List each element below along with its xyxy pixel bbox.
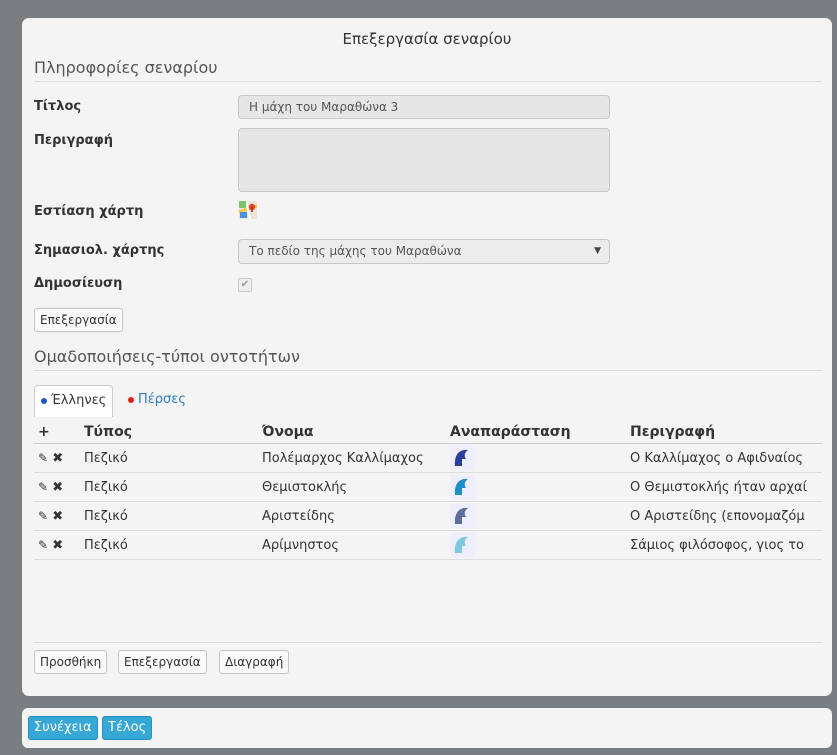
spartan-helmet-icon (450, 504, 474, 528)
cell-representation (446, 530, 626, 560)
finish-button[interactable]: Τέλος (102, 716, 153, 740)
pencil-icon[interactable]: ✎ (38, 509, 48, 523)
table-row[interactable]: ✎ ✖ Πεζικό Θεμιστοκλής Ο Θεμιστοκλής ήτα… (34, 472, 822, 502)
google-maps-icon[interactable] (238, 200, 258, 220)
dialog-title: Επεξεργασία σεναρίου (342, 30, 512, 48)
col-description: Περιγραφή (626, 421, 822, 444)
cell-name: Θεμιστοκλής (258, 472, 446, 502)
cell-representation (446, 472, 626, 502)
title-input[interactable]: Η μάχη του Μαραθώνα 3 (238, 95, 610, 119)
pencil-icon[interactable]: ✎ (38, 538, 48, 552)
tab-greeks[interactable]: Έλληνες (34, 385, 114, 417)
chevron-down-icon: ▼ (594, 246, 601, 256)
cell-type: Πεζικό (80, 443, 258, 473)
entities-table: + Τύπος Όνομα Αναπαράσταση Περιγραφή ✎ ✖… (34, 421, 822, 560)
map-marker-select[interactable]: Το πεδίο της μάχης του Μαραθώνα ▼ (238, 239, 610, 264)
table-row[interactable]: ✎ ✖ Πεζικό Πολέμαρχος Καλλίμαχος Ο Καλλί… (34, 443, 822, 473)
table-row[interactable]: ✎ ✖ Πεζικό Αριστείδης Ο Αριστείδης (επον… (34, 501, 822, 531)
cell-description: Ο Καλλίμαχος ο Αφιδναίος (626, 443, 822, 473)
tab-persians-label: Πέρσες (138, 392, 186, 407)
cell-type: Πεζικό (80, 530, 258, 560)
info-section-heading: Πληροφορίες σεναρίου (34, 58, 822, 82)
info-edit-button[interactable]: Επεξεργασία (34, 308, 123, 332)
cell-type: Πεζικό (80, 501, 258, 531)
delete-icon[interactable]: ✖ (52, 509, 63, 524)
publish-label: Δημοσίευση (34, 276, 123, 291)
spartan-helmet-icon (450, 475, 474, 499)
add-row-icon[interactable]: + (34, 421, 80, 444)
delete-icon[interactable]: ✖ (52, 538, 63, 553)
map-marker-select-value: Το πεδίο της μάχης του Μαραθώνα (249, 244, 462, 258)
scenario-edit-panel: Επεξεργασία σεναρίου Πληροφορίες σεναρίο… (22, 18, 832, 696)
row-actions: ✎ ✖ (34, 443, 80, 473)
col-type: Τύπος (80, 421, 258, 444)
red-dot-icon (128, 396, 134, 403)
col-representation: Αναπαράσταση (446, 421, 626, 444)
delete-button[interactable]: Διαγραφή (219, 650, 290, 674)
cell-name: Πολέμαρχος Καλλίμαχος (258, 443, 446, 473)
spartan-helmet-icon (450, 446, 474, 470)
cell-type: Πεζικό (80, 472, 258, 502)
cell-name: Αρίμνηστος (258, 530, 446, 560)
row-actions: ✎ ✖ (34, 472, 80, 502)
tab-greeks-label: Έλληνες (51, 393, 107, 408)
row-actions: ✎ ✖ (34, 530, 80, 560)
map-marker-label: Σημασιολ. χάρτης (34, 243, 165, 258)
edit-button[interactable]: Επεξεργασία (118, 650, 207, 674)
group-tabs: Έλληνες Πέρσες (34, 385, 824, 417)
cell-description: Ο Αριστείδης (επονομαζόμ (626, 501, 822, 531)
col-name: Όνομα (258, 421, 446, 444)
map-focus-label: Εστίαση χάρτη (34, 204, 144, 219)
delete-icon[interactable]: ✖ (52, 451, 63, 466)
delete-icon[interactable]: ✖ (52, 480, 63, 495)
cell-representation (446, 501, 626, 531)
publish-checkbox[interactable]: ✔ (238, 278, 252, 292)
pencil-icon[interactable]: ✎ (38, 451, 48, 465)
groups-section-heading: Ομαδοποιήσεις-τύποι οντοτήτων (34, 347, 822, 371)
continue-button[interactable]: Συνέχεια (28, 716, 98, 740)
cell-description: Ο Θεμιστοκλής ήταν αρχαί (626, 472, 822, 502)
pencil-icon[interactable]: ✎ (38, 480, 48, 494)
wizard-bottom-bar: Συνέχεια Τέλος (22, 708, 832, 748)
footer-divider (34, 642, 822, 643)
row-actions: ✎ ✖ (34, 501, 80, 531)
title-label: Τίτλος (34, 99, 82, 114)
cell-representation (446, 443, 626, 473)
description-textarea[interactable] (238, 128, 610, 192)
blue-dot-icon (41, 397, 47, 404)
cell-name: Αριστείδης (258, 501, 446, 531)
tab-persians[interactable]: Πέρσες (122, 385, 192, 417)
table-header-row: + Τύπος Όνομα Αναπαράσταση Περιγραφή (34, 421, 822, 444)
spartan-helmet-icon (450, 533, 474, 557)
description-label: Περιγραφή (34, 133, 114, 148)
table-row[interactable]: ✎ ✖ Πεζικό Αρίμνηστος Σάμιος φιλόσοφος, … (34, 530, 822, 560)
cell-description: Σάμιος φιλόσοφος, γιος το (626, 530, 822, 560)
add-button[interactable]: Προσθήκη (34, 650, 108, 674)
